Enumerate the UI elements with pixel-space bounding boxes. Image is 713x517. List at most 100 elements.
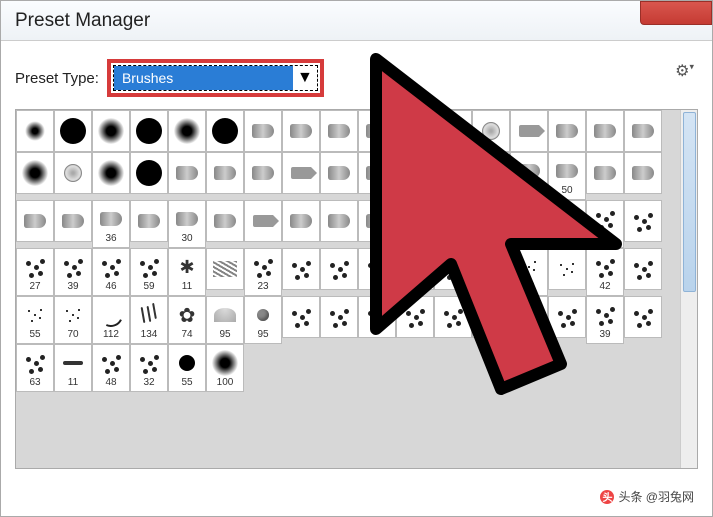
- brush-cell[interactable]: [472, 296, 510, 338]
- brush-cell[interactable]: [16, 152, 54, 194]
- brush-cell[interactable]: [434, 152, 472, 194]
- brush-thumb-icon: [96, 300, 126, 330]
- brush-cell[interactable]: 112: [92, 296, 130, 344]
- brush-cell[interactable]: [282, 110, 320, 152]
- brush-cell[interactable]: 14: [548, 200, 586, 248]
- brush-cell[interactable]: 95: [244, 296, 282, 344]
- brush-cell[interactable]: [396, 296, 434, 338]
- brush-cell[interactable]: [92, 152, 130, 194]
- brush-cell[interactable]: [282, 296, 320, 338]
- brush-cell[interactable]: [358, 296, 396, 338]
- brush-cell[interactable]: 32: [130, 344, 168, 392]
- brush-cell[interactable]: ✱11: [168, 248, 206, 296]
- brush-cell[interactable]: [434, 248, 472, 290]
- brush-size-label: 39: [599, 330, 610, 340]
- brush-cell[interactable]: [624, 152, 662, 194]
- brush-cell[interactable]: [54, 152, 92, 194]
- brush-cell[interactable]: ✿74: [168, 296, 206, 344]
- brush-cell[interactable]: 50: [548, 152, 586, 200]
- brush-thumb-icon: ✿: [172, 300, 202, 330]
- brush-cell[interactable]: 11: [54, 344, 92, 392]
- brush-cell[interactable]: [472, 248, 510, 290]
- brush-cell[interactable]: [548, 248, 586, 290]
- vertical-scrollbar[interactable]: [680, 110, 697, 468]
- brush-cell[interactable]: 59: [130, 248, 168, 296]
- brush-cell[interactable]: [434, 200, 472, 242]
- brush-cell[interactable]: 48: [92, 344, 130, 392]
- brush-cell[interactable]: 63: [510, 296, 548, 344]
- brush-cell[interactable]: [396, 248, 434, 290]
- brush-cell[interactable]: [358, 248, 396, 290]
- scrollbar-thumb[interactable]: [683, 112, 696, 292]
- brush-cell[interactable]: 55: [16, 296, 54, 344]
- brush-cell[interactable]: 100: [206, 344, 244, 392]
- brush-cell[interactable]: [510, 110, 548, 152]
- preset-type-dropdown[interactable]: Brushes ▼: [113, 65, 318, 91]
- brush-cell[interactable]: 23: [244, 248, 282, 296]
- brush-cell[interactable]: [320, 296, 358, 338]
- brush-cell[interactable]: 25: [510, 152, 548, 200]
- brush-cell[interactable]: [130, 200, 168, 242]
- brush-cell[interactable]: [244, 200, 282, 242]
- brush-cell[interactable]: 24: [586, 200, 624, 248]
- brush-cell[interactable]: [206, 248, 244, 290]
- brush-cell[interactable]: [282, 200, 320, 242]
- brush-cell[interactable]: [434, 110, 472, 152]
- brush-cell[interactable]: [130, 110, 168, 152]
- brush-cell[interactable]: [586, 152, 624, 194]
- brush-cell[interactable]: [586, 110, 624, 152]
- brush-cell[interactable]: [244, 152, 282, 194]
- brush-cell[interactable]: [358, 110, 396, 152]
- brush-cell[interactable]: [548, 296, 586, 338]
- brush-cell[interactable]: 46: [92, 248, 130, 296]
- brush-cell[interactable]: [244, 110, 282, 152]
- brush-cell[interactable]: [548, 110, 586, 152]
- brush-cell[interactable]: [16, 200, 54, 242]
- brush-cell[interactable]: 134: [130, 296, 168, 344]
- brush-cell[interactable]: [320, 110, 358, 152]
- brush-cell[interactable]: [624, 248, 662, 290]
- brush-cell[interactable]: [206, 152, 244, 194]
- brush-size-label: 48: [105, 378, 116, 388]
- brush-cell[interactable]: [54, 200, 92, 242]
- brush-cell[interactable]: 36: [92, 200, 130, 248]
- brush-cell[interactable]: [282, 152, 320, 194]
- brush-cell[interactable]: [130, 152, 168, 194]
- brush-cell[interactable]: [358, 152, 396, 194]
- brush-cell[interactable]: [54, 110, 92, 152]
- brush-cell[interactable]: [320, 152, 358, 194]
- brush-cell[interactable]: 95: [206, 296, 244, 344]
- brush-cell[interactable]: [282, 248, 320, 290]
- brush-cell[interactable]: [206, 200, 244, 242]
- brush-cell[interactable]: 45: [510, 200, 548, 248]
- brush-cell[interactable]: [396, 152, 434, 194]
- brush-cell[interactable]: 55: [168, 344, 206, 392]
- brush-cell[interactable]: [168, 110, 206, 152]
- brush-cell[interactable]: [16, 110, 54, 152]
- brush-cell[interactable]: 63: [16, 344, 54, 392]
- brush-cell[interactable]: [624, 200, 662, 242]
- brush-cell[interactable]: [472, 200, 510, 242]
- brush-cell[interactable]: 42: [586, 248, 624, 296]
- brush-cell[interactable]: [472, 152, 510, 194]
- brush-cell[interactable]: 33: [510, 248, 548, 296]
- window-close-button[interactable]: [640, 1, 712, 25]
- brush-cell[interactable]: [434, 296, 472, 338]
- brush-cell[interactable]: 39: [586, 296, 624, 344]
- brush-cell[interactable]: [396, 200, 434, 242]
- brush-cell[interactable]: 39: [54, 248, 92, 296]
- brush-cell[interactable]: 30: [168, 200, 206, 248]
- brush-cell[interactable]: [624, 296, 662, 338]
- brush-cell[interactable]: [92, 110, 130, 152]
- brush-cell[interactable]: [472, 110, 510, 152]
- brush-cell[interactable]: [624, 110, 662, 152]
- gear-icon[interactable]: ⚙▾: [675, 61, 694, 81]
- brush-cell[interactable]: [358, 200, 396, 242]
- brush-cell[interactable]: [396, 110, 434, 152]
- brush-cell[interactable]: 27: [16, 248, 54, 296]
- brush-cell[interactable]: 70: [54, 296, 92, 344]
- brush-cell[interactable]: [320, 248, 358, 290]
- brush-cell[interactable]: [206, 110, 244, 152]
- brush-cell[interactable]: [320, 200, 358, 242]
- brush-cell[interactable]: [168, 152, 206, 194]
